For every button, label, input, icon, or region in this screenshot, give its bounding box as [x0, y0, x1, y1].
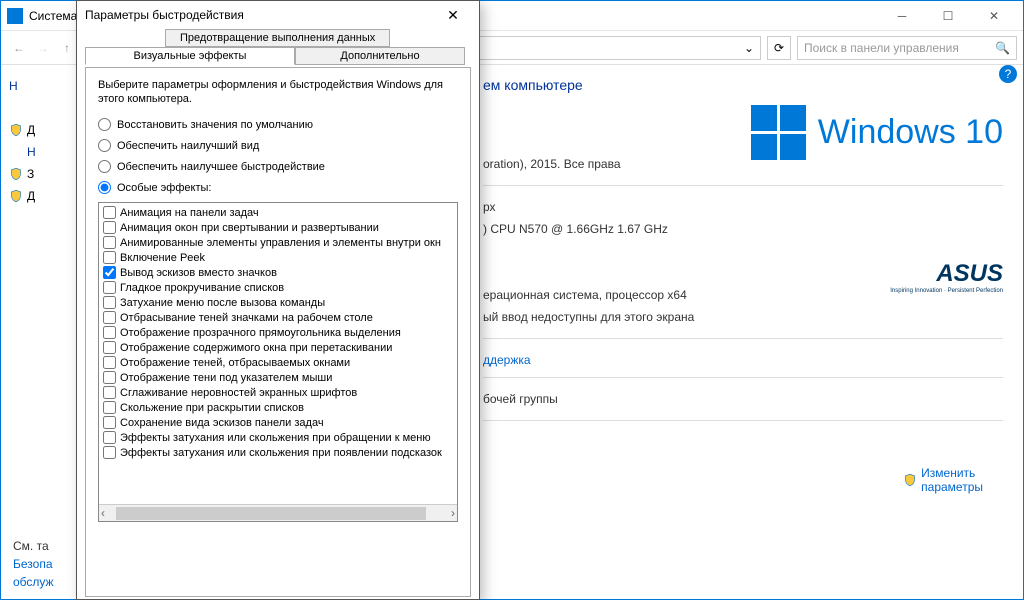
- effect-checkbox-item[interactable]: Скольжение при раскрытии списков: [101, 400, 455, 415]
- minimize-button[interactable]: ─: [879, 1, 925, 31]
- shield-icon: [9, 167, 23, 181]
- maximize-button[interactable]: ☐: [925, 1, 971, 31]
- effect-checkbox-item[interactable]: Отбрасывание теней значками на рабочем с…: [101, 310, 455, 325]
- effect-checkbox[interactable]: [103, 356, 116, 369]
- effects-checklist[interactable]: Анимация на панели задач Анимация окон пр…: [98, 202, 458, 522]
- effect-label: Анимированные элементы управления и элем…: [120, 237, 441, 249]
- scroll-left-icon[interactable]: ‹: [101, 506, 105, 520]
- effect-checkbox[interactable]: [103, 296, 116, 309]
- forward-button: →: [31, 36, 55, 60]
- effect-checkbox-item[interactable]: Включение Peek: [101, 250, 455, 265]
- effect-checkbox[interactable]: [103, 221, 116, 234]
- effect-checkbox-item[interactable]: Вывод эскизов вместо значков: [101, 265, 455, 280]
- effect-checkbox-item[interactable]: Отображение содержимого окна при перетас…: [101, 340, 455, 355]
- effect-checkbox-item[interactable]: Анимированные элементы управления и элем…: [101, 235, 455, 250]
- touch-text: ый ввод недоступны для этого экрана: [483, 306, 1003, 328]
- chevron-down-icon[interactable]: ⌄: [744, 41, 754, 55]
- effect-label: Отображение прозрачного прямоугольника в…: [120, 327, 401, 339]
- effect-checkbox-item[interactable]: Сглаживание неровностей экранных шрифтов: [101, 385, 455, 400]
- sidebar-letter: Н: [9, 79, 43, 93]
- effect-checkbox-item[interactable]: Отображение тени под указателем мыши: [101, 370, 455, 385]
- footer-link[interactable]: Безопа: [13, 555, 54, 573]
- effect-label: Анимация на панели задач: [120, 207, 259, 219]
- effect-label: Эффекты затухания или скольжения при обр…: [120, 432, 431, 444]
- effect-label: Отображение тени под указателем мыши: [120, 372, 332, 384]
- effect-label: Отображение теней, отбрасываемых окнами: [120, 357, 350, 369]
- refresh-button[interactable]: ⟳: [767, 36, 791, 60]
- effect-label: Скольжение при раскрытии списков: [120, 402, 304, 414]
- effect-checkbox-item[interactable]: Затухание меню после вызова команды: [101, 295, 455, 310]
- effect-checkbox[interactable]: [103, 236, 116, 249]
- dialog-panel: Выберите параметры оформления и быстроде…: [85, 67, 471, 597]
- sidebar: Н Д Н З Д: [1, 65, 43, 599]
- asus-logo: ASUS Inspiring Innovation · Persistent P…: [751, 260, 1003, 294]
- performance-options-dialog: Параметры быстродействия ✕ Предотвращени…: [76, 0, 480, 600]
- tab-visual-effects[interactable]: Визуальные эффекты: [85, 47, 295, 65]
- effect-checkbox[interactable]: [103, 251, 116, 264]
- workgroup-text: бочей группы: [483, 388, 1003, 410]
- effect-label: Сохранение вида эскизов панели задач: [120, 417, 324, 429]
- effect-checkbox[interactable]: [103, 341, 116, 354]
- search-icon: 🔍: [995, 41, 1010, 55]
- tab-advanced[interactable]: Дополнительно: [295, 47, 465, 65]
- effect-label: Затухание меню после вызова команды: [120, 297, 325, 309]
- effect-checkbox-item[interactable]: Анимация окон при свертывании и разверты…: [101, 220, 455, 235]
- radio-custom[interactable]: Особые эффекты:: [98, 181, 458, 194]
- close-button[interactable]: ✕: [971, 1, 1017, 31]
- scroll-right-icon[interactable]: ›: [451, 506, 455, 520]
- effect-checkbox[interactable]: [103, 416, 116, 429]
- windows10-logo: Windows 10: [751, 105, 1003, 160]
- effect-label: Отбрасывание теней значками на рабочем с…: [120, 312, 373, 324]
- radio-restore-defaults[interactable]: Восстановить значения по умолчанию: [98, 118, 458, 131]
- effect-label: Сглаживание неровностей экранных шрифтов: [120, 387, 357, 399]
- effect-checkbox[interactable]: [103, 326, 116, 339]
- footer-link: См. та: [13, 537, 54, 555]
- effect-checkbox[interactable]: [103, 266, 116, 279]
- effect-checkbox-item[interactable]: Отображение прозрачного прямоугольника в…: [101, 325, 455, 340]
- sidebar-letter: Н: [27, 145, 43, 159]
- radio-group: Восстановить значения по умолчанию Обесп…: [98, 118, 458, 194]
- footer-links: См. та Безопа обслуж: [1, 529, 66, 599]
- effect-checkbox[interactable]: [103, 446, 116, 459]
- back-button[interactable]: ←: [7, 36, 31, 60]
- effect-checkbox-item[interactable]: Эффекты затухания или скольжения при поя…: [101, 445, 455, 460]
- search-input[interactable]: Поиск в панели управления 🔍: [797, 36, 1017, 60]
- scrollbar-thumb[interactable]: [116, 507, 426, 520]
- effect-label: Эффекты затухания или скольжения при поя…: [120, 447, 442, 459]
- radio-best-appearance[interactable]: Обеспечить наилучший вид: [98, 139, 458, 152]
- effect-checkbox[interactable]: [103, 281, 116, 294]
- effect-label: Гладкое прокручивание списков: [120, 282, 284, 294]
- effect-checkbox[interactable]: [103, 311, 116, 324]
- effect-checkbox-item[interactable]: Гладкое прокручивание списков: [101, 280, 455, 295]
- change-settings-link[interactable]: Изменить параметры: [903, 466, 983, 494]
- dialog-title: Параметры быстродействия: [85, 8, 244, 22]
- effect-checkbox[interactable]: [103, 371, 116, 384]
- support-link[interactable]: ддержка: [483, 349, 1003, 371]
- radio-best-performance[interactable]: Обеспечить наилучшее быстродействие: [98, 160, 458, 173]
- horizontal-scrollbar[interactable]: ‹ ›: [99, 504, 457, 521]
- effect-checkbox[interactable]: [103, 401, 116, 414]
- footer-link[interactable]: обслуж: [13, 573, 54, 591]
- effect-label: Анимация окон при свертывании и разверты…: [120, 222, 379, 234]
- effect-checkbox-item[interactable]: Отображение теней, отбрасываемых окнами: [101, 355, 455, 370]
- effect-label: Вывод эскизов вместо значков: [120, 267, 277, 279]
- effect-checkbox[interactable]: [103, 431, 116, 444]
- effect-checkbox-item[interactable]: Анимация на панели задач: [101, 205, 455, 220]
- effect-checkbox[interactable]: [103, 206, 116, 219]
- search-placeholder: Поиск в панели управления: [804, 41, 959, 55]
- dialog-description: Выберите параметры оформления и быстроде…: [98, 78, 458, 106]
- effect-checkbox[interactable]: [103, 386, 116, 399]
- shield-icon: [903, 473, 917, 487]
- effect-checkbox-item[interactable]: Эффекты затухания или скольжения при обр…: [101, 430, 455, 445]
- dialog-close-button[interactable]: ✕: [435, 3, 471, 27]
- tab-dep[interactable]: Предотвращение выполнения данных: [165, 29, 390, 47]
- effect-checkbox-item[interactable]: Сохранение вида эскизов панели задач: [101, 415, 455, 430]
- shield-icon: [9, 189, 23, 203]
- dialog-titlebar: Параметры быстродействия ✕: [77, 1, 479, 29]
- effect-label: Отображение содержимого окна при перетас…: [120, 342, 392, 354]
- effect-label: Включение Peek: [120, 252, 205, 264]
- system-icon: [7, 8, 23, 24]
- shield-icon: [9, 123, 23, 137]
